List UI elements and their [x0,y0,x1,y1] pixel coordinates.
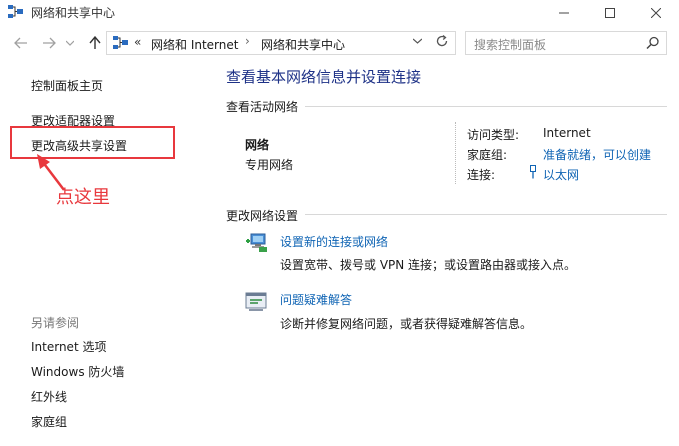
homegroup-link[interactable]: 家庭组 [31,413,67,430]
chevron-down-icon [66,40,74,46]
maximize-button[interactable] [587,0,633,26]
search-box[interactable]: 搜索控制面板 [465,31,667,55]
refresh-icon [436,34,448,47]
network-type: 专用网络 [245,158,294,172]
troubleshoot-problems-link[interactable]: 问题疑难解答 [280,291,352,308]
annotation-text: 点这里 [56,187,110,208]
control-panel-home-link[interactable]: 控制面板主页 [31,77,103,94]
homegroup-status-link[interactable]: 准备就绪，可以创建 [543,146,651,163]
page-title: 查看基本网络信息并设置连接 [226,68,422,86]
change-settings-heading: 更改网络设置 [226,209,299,223]
left-pane: 控制面板主页 更改适配器设置 更改高级共享设置 点这里 另请参阅 Interne… [0,56,212,446]
ethernet-connection-link[interactable]: 以太网 [543,166,579,183]
section-divider [305,106,667,107]
internet-options-link[interactable]: Internet 选项 [31,338,106,355]
refresh-button[interactable] [435,34,449,52]
network-location-icon [113,36,128,49]
network-name: 网络 [245,138,270,152]
infrared-link[interactable]: 红外线 [31,388,67,405]
close-button[interactable] [633,0,679,26]
network-app-icon [8,5,23,18]
arrow-right-icon [43,37,56,49]
address-dropdown-button[interactable] [412,34,423,47]
homegroup-label: 家庭组: [467,148,508,162]
window-title: 网络和共享中心 [31,6,116,20]
arrow-left-icon [14,37,27,49]
minimize-button[interactable] [541,0,587,26]
close-icon [651,8,661,18]
maximize-icon [605,8,615,18]
forward-button[interactable] [40,33,58,53]
breadcrumb-separator[interactable]: › [245,34,250,48]
address-bar[interactable]: « 网络和 Internet › 网络和共享中心 [106,31,456,55]
up-button[interactable] [86,33,104,53]
chevron-down-icon [412,38,423,44]
troubleshoot-problems-description: 诊断并修复网络问题，或者获得疑难解答信息。 [280,317,533,331]
navigation-bar: « 网络和 Internet › 网络和共享中心 搜索控制面板 [0,30,679,56]
see-also-heading: 另请参阅 [31,316,80,330]
troubleshoot-icon [245,292,267,311]
breadcrumb-sharing-center[interactable]: 网络和共享中心 [261,36,345,53]
section-divider [305,214,667,215]
search-icon[interactable] [646,36,660,50]
new-connection-icon [246,233,267,252]
network-divider [455,122,456,184]
connections-label: 连接: [467,168,496,182]
title-bar: 网络和共享中心 [0,0,679,26]
recent-locations-button[interactable] [65,33,75,53]
search-input[interactable]: 搜索控制面板 [474,36,546,53]
breadcrumb-network-internet[interactable]: 网络和 Internet [151,36,238,53]
back-button[interactable] [12,33,30,53]
access-type-value: Internet [543,126,591,140]
address-overflow[interactable]: « [134,35,141,49]
setup-new-connection-link[interactable]: 设置新的连接或网络 [280,233,388,250]
access-type-label: 访问类型: [467,128,520,142]
arrow-up-icon [89,36,101,49]
ethernet-icon [530,165,536,179]
minimize-icon [559,12,569,14]
active-networks-heading: 查看活动网络 [226,100,299,114]
windows-firewall-link[interactable]: Windows 防火墙 [31,363,124,380]
setup-new-connection-description: 设置宽带、拨号或 VPN 连接；或设置路由器或接入点。 [280,258,577,272]
